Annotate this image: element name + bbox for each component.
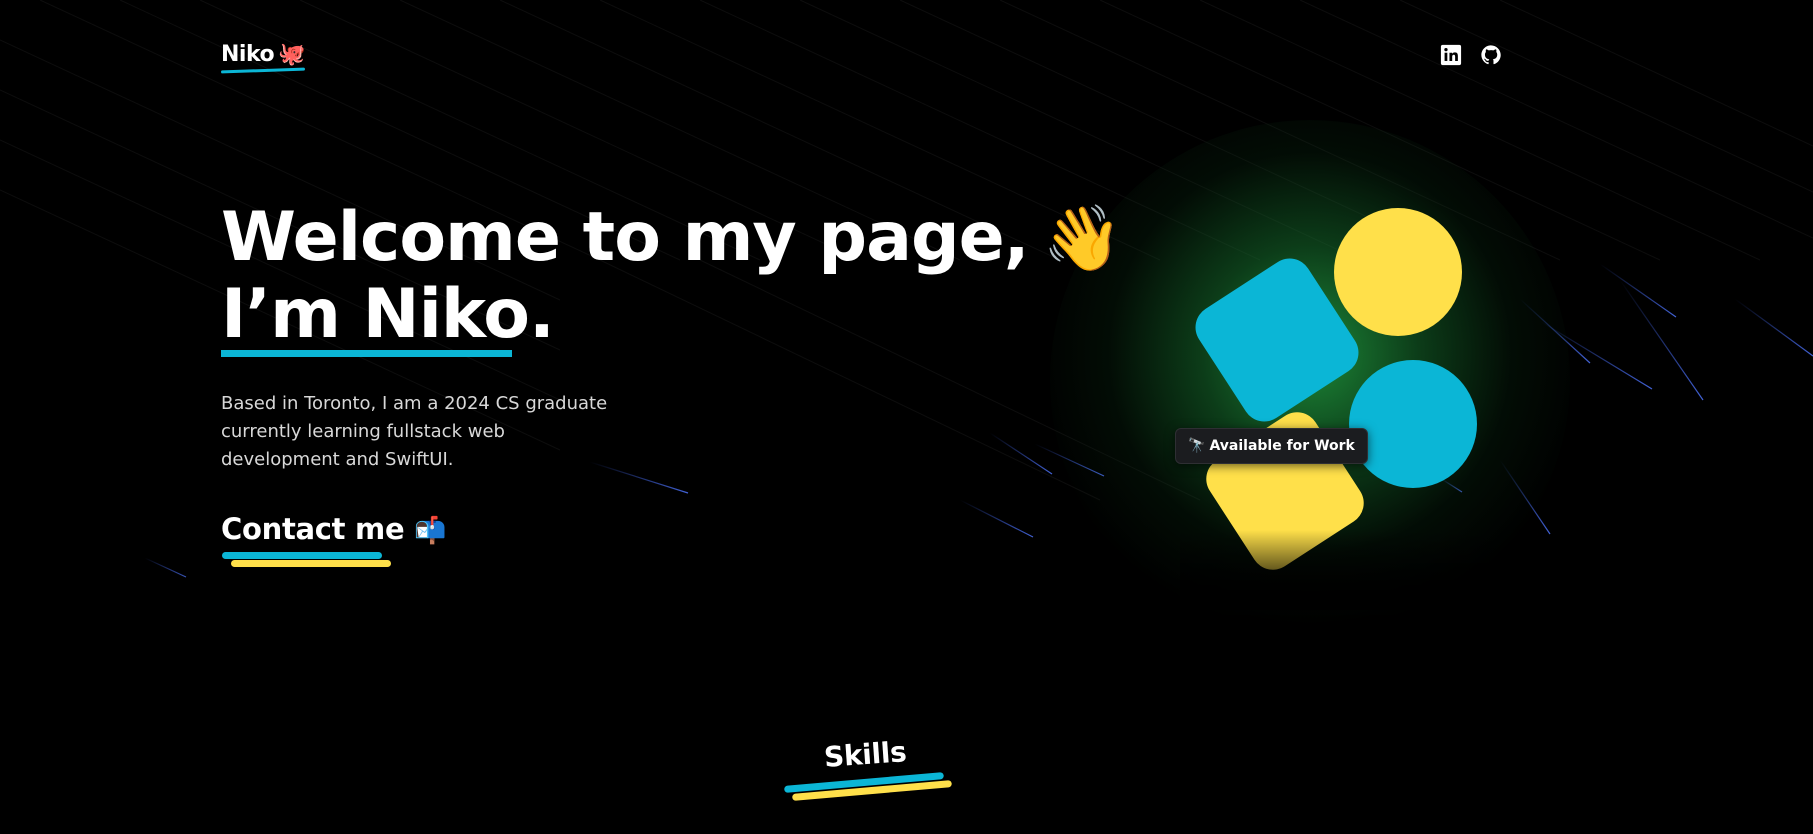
linkedin-icon[interactable] <box>1440 44 1462 66</box>
skills-heading: Skills <box>783 735 960 801</box>
hero-section: Welcome to my page, 👋 I’m Niko. <box>221 198 1123 357</box>
logo-text: Niko <box>221 42 275 67</box>
hero-name-wrap: I’m Niko. <box>221 275 555 357</box>
logo-underline <box>220 67 306 74</box>
social-links <box>1440 44 1502 66</box>
availability-label: Available for Work <box>1209 438 1355 454</box>
hero-bio: Based in Toronto, I am a 2024 CS graduat… <box>221 393 608 470</box>
hero-title: Welcome to my page, 👋 I’m Niko. <box>221 198 1123 357</box>
logo[interactable]: Niko 🐙 <box>221 42 306 67</box>
mailbox-icon: 📬 <box>414 516 447 546</box>
hero-title-line2: I’m Niko. <box>221 275 555 354</box>
contact-label: Contact me <box>221 512 405 546</box>
contact-underline-cyan <box>222 552 382 559</box>
skills-title: Skills <box>822 735 908 774</box>
github-icon[interactable] <box>1480 44 1502 66</box>
telescope-icon: 🔭 <box>1188 438 1206 454</box>
contact-me-link[interactable]: Contact me 📬 <box>221 512 447 567</box>
octopus-icon: 🐙 <box>278 42 306 67</box>
hero-title-line1: Welcome to my page, <box>221 198 1030 277</box>
waving-hand-icon: 👋 <box>1042 202 1123 276</box>
availability-badge: 🔭 Available for Work <box>1175 428 1368 464</box>
site-header: Niko 🐙 <box>220 38 1813 78</box>
name-underline <box>221 350 512 357</box>
contact-underline-yellow <box>231 560 391 567</box>
